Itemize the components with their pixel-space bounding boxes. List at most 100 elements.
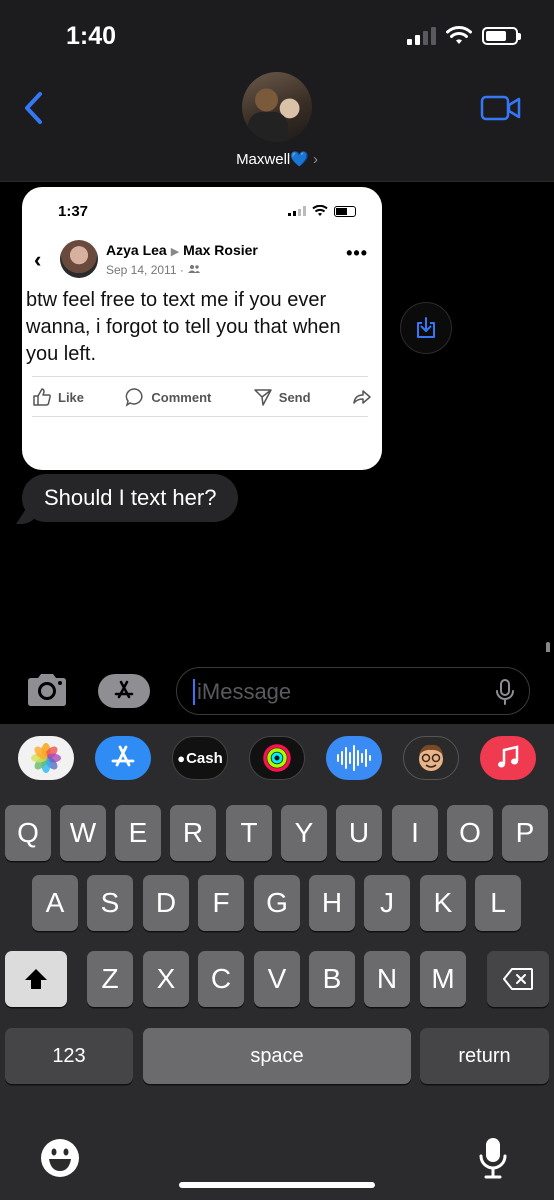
mic-icon[interactable] xyxy=(495,679,515,705)
send-action: Send xyxy=(253,387,311,407)
camera-icon[interactable] xyxy=(24,670,70,710)
key-v[interactable]: V xyxy=(254,951,300,1007)
key-z[interactable]: Z xyxy=(87,951,133,1007)
heart-emoji: 💙 xyxy=(290,151,309,168)
message-thread[interactable]: 1:37 ‹ Azya Lea ▶ Max Rosier Sep 14, 2011 … xyxy=(0,182,554,656)
key-x[interactable]: X xyxy=(143,951,189,1007)
key-g[interactable]: G xyxy=(254,875,300,931)
keyboard-bottom-bar xyxy=(0,1116,554,1200)
key-m[interactable]: M xyxy=(420,951,466,1007)
arrow-right-icon: ▶ xyxy=(170,246,180,258)
app-store-app-button[interactable] xyxy=(95,736,151,780)
back-chevron-icon[interactable] xyxy=(18,88,48,128)
status-time: 1:40 xyxy=(66,22,117,50)
keyboard: ● Cash Q W E R T Y U I O P A S D F G H J… xyxy=(0,724,554,1200)
contact-avatar[interactable] xyxy=(242,72,312,142)
activity-rings-icon xyxy=(263,744,291,772)
delete-icon xyxy=(503,968,533,990)
post-header: Azya Lea ▶ Max Rosier xyxy=(106,242,258,258)
download-icon xyxy=(417,317,435,338)
key-i[interactable]: I xyxy=(392,805,438,861)
photos-icon xyxy=(31,743,61,773)
key-w[interactable]: W xyxy=(60,805,106,861)
send-icon xyxy=(254,389,272,406)
message-input-placeholder: iMessage xyxy=(197,679,292,704)
post-author-avatar xyxy=(60,240,98,278)
post-back-icon: ‹ xyxy=(34,247,42,272)
key-o[interactable]: O xyxy=(447,805,493,861)
key-y[interactable]: Y xyxy=(281,805,327,861)
photos-app-button[interactable] xyxy=(18,736,74,780)
memoji-app-button[interactable] xyxy=(403,736,459,780)
wifi-icon xyxy=(446,26,472,44)
save-image-button[interactable] xyxy=(400,302,452,354)
key-f[interactable]: F xyxy=(198,875,244,931)
key-n[interactable]: N xyxy=(364,951,410,1007)
apple-logo-icon: ● xyxy=(177,750,186,766)
app-store-icon xyxy=(111,745,135,767)
divider xyxy=(32,376,368,377)
more-options-icon: ••• xyxy=(346,243,368,263)
music-app-button[interactable] xyxy=(480,736,536,780)
key-h[interactable]: H xyxy=(309,875,355,931)
divider xyxy=(32,416,368,417)
dictation-icon[interactable] xyxy=(478,1136,508,1180)
app-store-icon xyxy=(114,680,134,699)
message-input[interactable]: iMessage xyxy=(176,667,530,715)
key-b[interactable]: B xyxy=(309,951,355,1007)
compose-bar: iMessage xyxy=(0,652,554,724)
key-e[interactable]: E xyxy=(115,805,161,861)
status-icons xyxy=(407,26,521,46)
post-date: Sep 14, 2011 · xyxy=(106,263,201,277)
return-key[interactable]: return xyxy=(420,1028,549,1084)
post-text: btw feel free to text me if you ever wan… xyxy=(26,289,341,365)
key-u[interactable]: U xyxy=(336,805,382,861)
key-t[interactable]: T xyxy=(226,805,272,861)
chevron-right-icon: › xyxy=(312,151,318,168)
post-recipient: Max Rosier xyxy=(183,242,258,258)
screenshot-status-icons xyxy=(288,205,356,217)
cellular-signal-icon xyxy=(407,27,436,45)
key-r[interactable]: R xyxy=(170,805,216,861)
key-c[interactable]: C xyxy=(198,951,244,1007)
conversation-header: 1:40 Maxwell💙 › xyxy=(0,0,554,182)
video-camera-icon[interactable] xyxy=(480,94,522,122)
key-a[interactable]: A xyxy=(32,875,78,931)
like-action: Like xyxy=(32,387,84,407)
shift-key[interactable] xyxy=(5,951,67,1007)
memoji-icon xyxy=(419,744,443,771)
battery-icon xyxy=(482,27,521,45)
space-key[interactable]: space xyxy=(143,1028,411,1084)
shift-icon xyxy=(25,969,47,989)
screenshot-status-time: 1:37 xyxy=(58,203,89,220)
key-l[interactable]: L xyxy=(475,875,521,931)
waveform-icon xyxy=(337,745,371,771)
fitness-app-button[interactable] xyxy=(249,736,305,780)
key-p[interactable]: P xyxy=(502,805,548,861)
text-cursor xyxy=(193,679,195,705)
key-q[interactable]: Q xyxy=(5,805,51,861)
delete-key[interactable] xyxy=(487,951,549,1007)
audio-message-app-button[interactable] xyxy=(326,736,382,780)
comment-action: Comment xyxy=(125,387,211,407)
comment-icon xyxy=(126,388,144,407)
contact-name: Maxwell xyxy=(236,151,291,168)
shared-screenshot-image[interactable]: 1:37 ‹ Azya Lea ▶ Max Rosier Sep 14, 2011 … xyxy=(22,187,382,470)
post-author: Azya Lea xyxy=(106,242,167,258)
apple-cash-app-button[interactable]: ● Cash xyxy=(172,736,228,780)
thumbs-up-icon xyxy=(33,388,51,406)
numbers-key[interactable]: 123 xyxy=(5,1028,133,1084)
friends-icon xyxy=(188,265,201,273)
key-s[interactable]: S xyxy=(87,875,133,931)
emoji-icon[interactable] xyxy=(40,1138,80,1178)
imessage-app-drawer: ● Cash xyxy=(0,736,554,784)
incoming-message-bubble[interactable]: Should I text her? xyxy=(22,474,239,522)
key-j[interactable]: J xyxy=(364,875,410,931)
contact-name-button[interactable]: Maxwell💙 › xyxy=(0,150,554,168)
app-store-button[interactable] xyxy=(98,674,150,708)
key-k[interactable]: K xyxy=(420,875,466,931)
share-arrow-icon xyxy=(353,390,371,404)
post-actions: Like Comment Send xyxy=(32,387,372,407)
key-d[interactable]: D xyxy=(143,875,189,931)
home-indicator[interactable] xyxy=(179,1182,375,1188)
